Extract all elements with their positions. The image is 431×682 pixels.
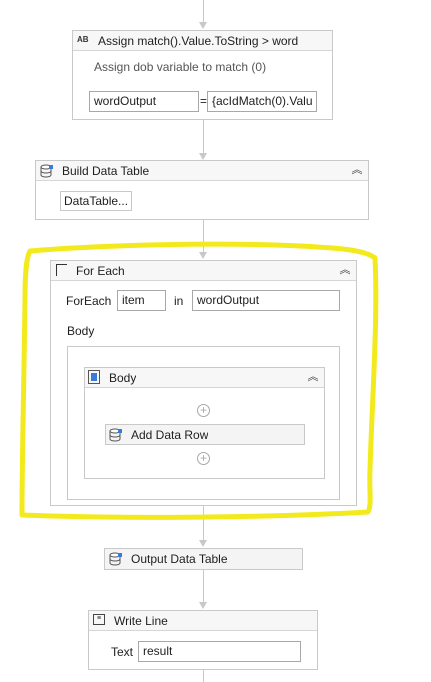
write-line-title: Write Line [114,614,168,628]
foreach-collection-field[interactable]: wordOutput [192,290,340,311]
data-table-icon [109,428,122,442]
write-line-header[interactable]: ≡ Write Line [89,611,317,631]
collapse-icon[interactable]: ︽ [306,370,320,384]
add-data-row-label: Add Data Row [131,428,209,442]
output-data-table-title: Output Data Table [131,552,228,566]
data-table-icon [109,552,122,566]
sequence-body-activity[interactable]: Body ︽ + Add Data Row + [84,367,325,479]
body-container: Body ︽ + Add Data Row + [67,346,340,500]
for-each-activity[interactable]: For Each ︽ ForEach item in wordOutput Bo… [50,260,357,506]
foreach-label: ForEach [66,294,112,308]
loop-icon [56,264,67,276]
text-label: Text [111,645,134,659]
write-line-icon: ≡ [93,614,105,625]
sequence-body-header[interactable]: Body ︽ [85,368,324,388]
collapse-icon[interactable]: ︽ [338,263,352,277]
write-line-activity[interactable]: ≡ Write Line Text result [88,610,318,670]
body-label: Body [67,324,95,338]
add-data-row-activity[interactable]: Add Data Row [105,424,305,445]
write-line-text-field[interactable]: result [138,641,301,662]
sequence-body-title: Body [109,371,137,385]
add-activity-icon[interactable]: + [197,404,210,417]
foreach-item-field[interactable]: item [117,290,166,311]
for-each-title: For Each [76,264,125,278]
add-activity-icon[interactable]: + [197,452,210,465]
sequence-icon [88,370,100,384]
foreach-in-label: in [174,294,184,308]
output-data-table-activity[interactable]: Output Data Table [104,548,303,570]
for-each-header[interactable]: For Each ︽ [51,261,356,281]
